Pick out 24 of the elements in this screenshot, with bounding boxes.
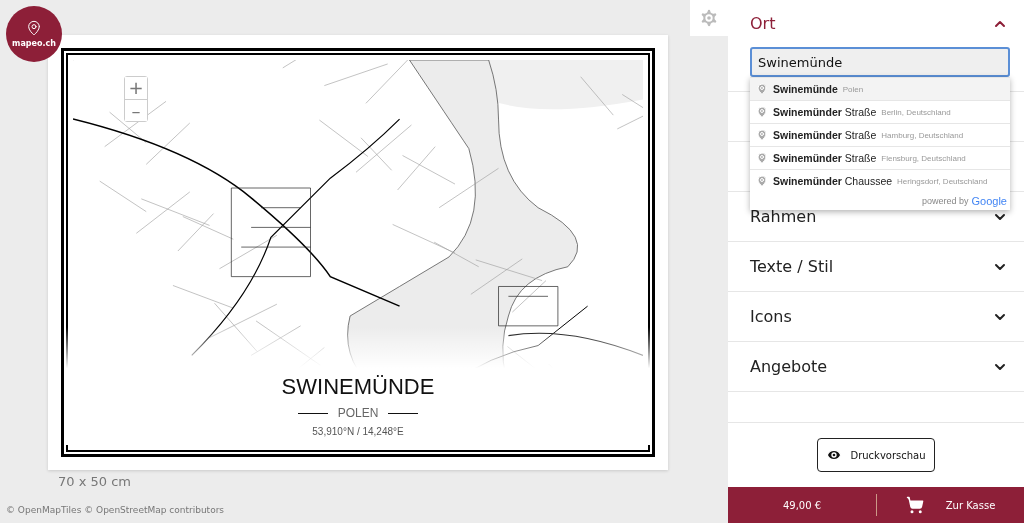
suggestion-name: Swinemünder Straße [773,106,877,118]
suggestion-name: Swinemünde [773,83,838,95]
powered-by-text: powered by [922,196,969,206]
suggestion-name: Swinemünder Chaussee [773,175,893,187]
city-title: SWINEMÜNDE [281,374,435,400]
suggestion-region: Berlin, Deutschland [881,107,951,117]
section-title: Ort [750,14,776,33]
suggestion-name: Swinemünder Straße [773,152,877,164]
suggestion-region: Hamburg, Deutschland [881,130,964,140]
brand-text: Google [971,195,1007,207]
poster-size: 70 x 50 cm [58,474,132,489]
section-title: Rahmen [750,207,817,226]
suggestion-region: Flensburg, Deutschland [881,153,966,163]
country-subtitle: POLEN [337,406,379,420]
logo-text: mapeo.ch [12,39,56,48]
price: 49,00 € [781,499,823,511]
suggestion-name: Swinemünder Straße [773,129,877,141]
section-title: Texte / Stil [750,257,834,276]
map-attribution: © OpenMapTiles © OpenStreetMap contributors [6,505,226,515]
coordinates: 53,910°N / 14,248°E [312,426,404,437]
section-title: Angebote [750,357,828,376]
suggestion-region: Heringsdorf, Deutschland [897,176,988,186]
suggestion-region: Polen [842,84,864,94]
section-title: Icons [750,307,792,326]
